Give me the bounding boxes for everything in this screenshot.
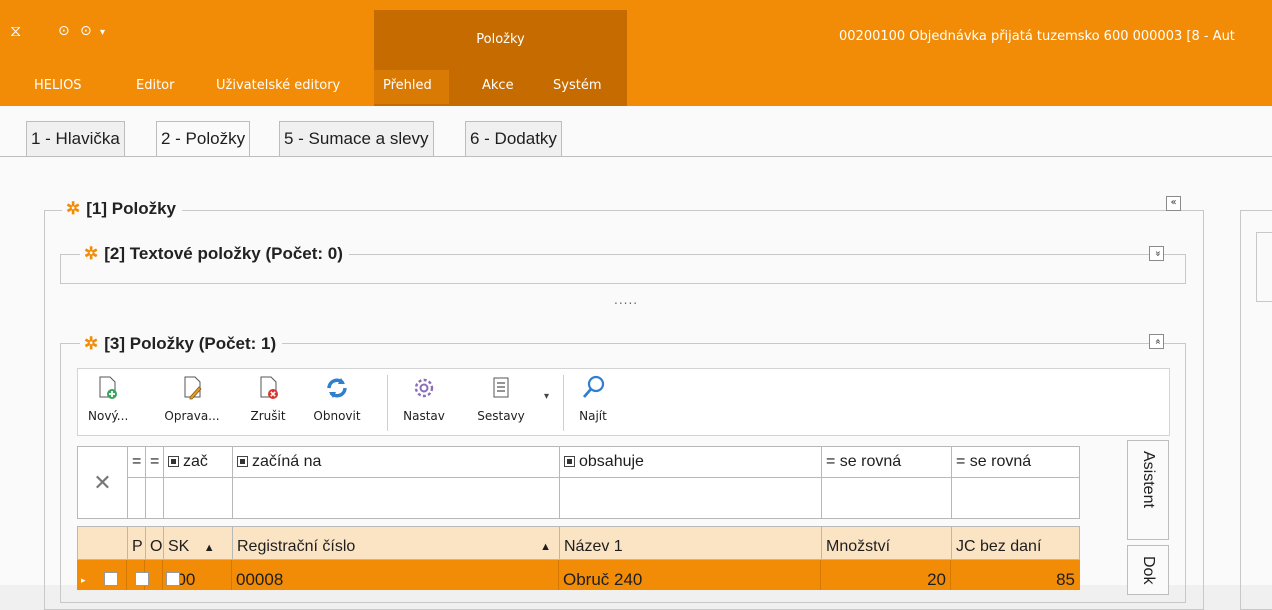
cell-jc[interactable]: 85	[951, 560, 1079, 590]
side-tab-dok[interactable]: Dok	[1127, 545, 1169, 595]
tab-dodatky[interactable]: 6 - Dodatky	[465, 121, 562, 156]
cell-mnozstvi[interactable]: 20	[821, 560, 951, 590]
gear-icon	[414, 378, 434, 398]
checkbox-o[interactable]	[166, 572, 180, 586]
side-tab-asistent[interactable]: Asistent	[1127, 440, 1169, 540]
quick-access-dropdown-icon[interactable]: ▾	[100, 26, 105, 40]
tab-hlavicka[interactable]: 1 - Hlavička	[26, 121, 125, 156]
row-indicator-header	[78, 527, 128, 560]
filter-input-reg-cislo[interactable]	[233, 478, 560, 518]
tab-akce[interactable]: Akce	[482, 78, 514, 94]
filter-input-o[interactable]	[146, 478, 164, 518]
column-header-sk[interactable]: SK ▲	[164, 527, 233, 560]
grid-header: P O SK ▲ Registrační číslo ▲ Název 1 Množ…	[77, 526, 1080, 560]
tab-editor[interactable]: Editor	[136, 78, 174, 94]
tab-uzivatelske-editory[interactable]: Uživatelské editory	[216, 78, 340, 94]
clear-filter-icon[interactable]: ✕	[78, 447, 128, 518]
filter-op-sk[interactable]: zač	[164, 447, 233, 478]
tab-system[interactable]: Systém	[553, 78, 601, 94]
collapse-button[interactable]: «	[1149, 334, 1164, 349]
tab-helios[interactable]: HELIOS	[34, 78, 82, 94]
filter-row: ✕ = = zač začíná na obsahuje = se rovná …	[77, 446, 1080, 519]
column-header-mnozstvi[interactable]: Množství	[822, 527, 952, 560]
filter-input-sk[interactable]	[164, 478, 233, 518]
row-expand-icon[interactable]: ▸	[77, 560, 127, 590]
row-select-checkbox[interactable]	[104, 572, 118, 586]
undo-icon[interactable]: ⊙	[58, 24, 70, 38]
edit-button[interactable]: Oprava...	[162, 373, 222, 433]
find-button[interactable]: Najít	[573, 373, 613, 433]
refresh-button[interactable]: Obnovit	[312, 373, 362, 433]
window-title: 00200100 Objednávka přijatá tuzemsko 600…	[839, 29, 1235, 44]
toolbar-separator	[563, 375, 564, 431]
collapse-left-button[interactable]: «	[1166, 196, 1181, 211]
column-header-nazev[interactable]: Název 1	[560, 527, 822, 560]
edit-document-icon	[184, 376, 202, 400]
column-header-o[interactable]: O	[146, 527, 164, 560]
group-textove-polozky-title: ✲ [2] Textové položky (Počet: 0)	[80, 244, 349, 264]
ribbon: ⧖ ⊙ ⊙ ▾ Položky 00200100 Objednávka přij…	[0, 0, 1272, 106]
filter-op-reg-cislo[interactable]: začíná na	[233, 447, 560, 478]
cell-reg-cislo[interactable]: 00008	[232, 560, 559, 590]
filter-mode-icon	[237, 456, 248, 467]
filter-input-nazev[interactable]	[560, 478, 822, 518]
star-icon: ✲	[84, 334, 99, 353]
expand-button[interactable]: »	[1149, 246, 1164, 261]
filter-input-p[interactable]	[128, 478, 146, 518]
star-icon: ✲	[66, 199, 81, 218]
grid-toolbar: Nový... Oprava... Zrušit Obnovit Nastav …	[77, 368, 1170, 436]
new-button[interactable]: Nový...	[88, 373, 128, 433]
new-document-icon	[99, 376, 117, 399]
filter-mode-icon	[564, 456, 575, 467]
cell-nazev[interactable]: Obruč 240	[559, 560, 821, 590]
refresh-icon	[327, 378, 347, 398]
tab-prehled[interactable]: Přehled	[383, 78, 432, 94]
checkbox-p[interactable]	[135, 572, 149, 586]
reports-button[interactable]: Sestavy	[471, 373, 531, 433]
star-icon: ✲	[84, 244, 99, 263]
right-panel-box	[1256, 232, 1272, 302]
column-header-p[interactable]: P	[128, 527, 146, 560]
filter-input-mnozstvi[interactable]	[822, 478, 952, 518]
group-polozky-grid-title: ✲ [3] Položky (Počet: 1)	[80, 334, 283, 354]
cancel-button[interactable]: Zrušit	[248, 373, 288, 433]
group-polozky-title: ✲ [1] Položky	[62, 199, 182, 219]
redo-icon[interactable]: ⊙	[80, 24, 92, 38]
toolbar-separator	[387, 375, 388, 431]
context-group-title: Položky	[476, 32, 525, 47]
report-icon	[493, 377, 509, 398]
tab-sumace-a-slevy[interactable]: 5 - Sumace a slevy	[279, 121, 434, 156]
filter-mode-icon	[168, 456, 179, 467]
tab-polozky[interactable]: 2 - Položky	[156, 121, 251, 157]
filter-op-nazev[interactable]: obsahuje	[560, 447, 822, 478]
filter-op-o[interactable]: =	[146, 447, 164, 478]
settings-button[interactable]: Nastav	[401, 373, 447, 433]
sort-asc-icon: ▲	[540, 541, 551, 553]
table-row[interactable]: ▸ 300 00008 Obruč 240 20 85	[77, 560, 1080, 590]
tab-strip-border	[0, 156, 1272, 157]
app-logo-icon[interactable]: ⧖	[10, 23, 21, 39]
filter-op-mnozstvi[interactable]: = se rovná	[822, 447, 952, 478]
column-header-jc[interactable]: JC bez daní	[952, 527, 1080, 560]
filter-op-jc[interactable]: = se rovná	[952, 447, 1080, 478]
splitter-handle[interactable]: .....	[614, 293, 638, 307]
delete-document-icon	[260, 376, 278, 399]
search-icon	[582, 375, 605, 398]
sort-asc-icon: ▲	[203, 542, 215, 554]
column-header-reg-cislo[interactable]: Registrační číslo ▲	[233, 527, 560, 560]
reports-dropdown-icon[interactable]: ▾	[544, 391, 549, 402]
filter-op-p[interactable]: =	[128, 447, 146, 478]
